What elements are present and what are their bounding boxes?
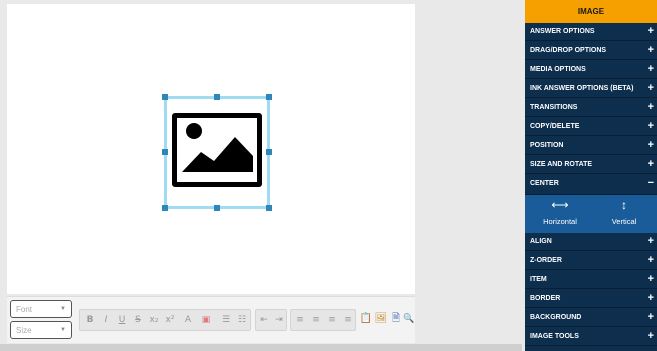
paste-icon[interactable]: 📋 [358,309,374,329]
section-z-order[interactable]: Z-ORDER + [525,252,657,270]
center-horizontal-button[interactable]: ⟷ Horizontal [527,199,593,229]
expand-icon: + [647,120,654,132]
selected-image[interactable] [162,94,272,211]
expand-icon: + [647,139,654,151]
section-label: ALIGN [530,238,552,245]
bold-button[interactable]: B [82,310,98,330]
section-media-options[interactable]: MEDIA OPTIONS + [525,61,657,79]
outdent-button[interactable]: ⇤ [256,310,272,330]
resize-handle-sw[interactable] [162,205,168,211]
resize-handle-se[interactable] [266,205,272,211]
chevron-down-icon: ▼ [60,306,66,312]
align-left-button[interactable]: ≡ [292,310,308,330]
bulleted-list-button[interactable]: ☰ [218,310,234,330]
chevron-down-icon: ▼ [60,327,66,333]
expand-icon: + [647,311,654,323]
resize-handle-ne[interactable] [266,94,272,100]
section-center[interactable]: CENTER − [525,175,657,195]
expand-icon: + [647,292,654,304]
section-answer-options[interactable]: ANSWER OPTIONS + [525,23,657,41]
center-horizontal-label: Horizontal [543,217,577,226]
section-label: MEDIA OPTIONS [530,66,586,73]
section-ink-answer-options[interactable]: INK ANSWER OPTIONS (BETA) + [525,80,657,98]
section-label: TRANSITIONS [530,104,578,111]
section-border[interactable]: BORDER + [525,290,657,308]
section-label: BACKGROUND [530,314,582,321]
section-background[interactable]: BACKGROUND + [525,309,657,327]
expand-icon: + [647,82,654,94]
resize-handle-w[interactable] [162,149,168,155]
expand-icon: + [647,63,654,75]
expand-icon: + [647,330,654,342]
section-label: ITEM [530,276,547,283]
horizontal-scrollbar[interactable] [0,344,522,351]
section-label: CENTER [530,180,559,187]
insert-image-icon[interactable]: 🖼 [373,309,389,329]
section-label: COPY/DELETE [530,123,580,130]
properties-panel: IMAGE ANSWER OPTIONS + DRAG/DROP OPTIONS… [525,0,657,351]
expand-icon: + [647,158,654,170]
format-group: B I U S x₂ x² A ▣ ☰ ☷ [79,309,251,331]
center-options: ⟷ Horizontal ↕ Vertical [525,195,657,233]
find-icon[interactable]: 🔍 [401,309,417,329]
section-label: Z-ORDER [530,257,562,264]
slide-canvas[interactable] [7,4,415,294]
section-image-tools[interactable]: IMAGE TOOLS + [525,328,657,346]
italic-button[interactable]: I [98,310,114,330]
section-align[interactable]: ALIGN + [525,233,657,251]
image-placeholder-icon [172,113,262,187]
expand-icon: + [647,235,654,247]
section-label: DRAG/DROP OPTIONS [530,47,607,54]
resize-handle-e[interactable] [266,149,272,155]
section-transitions[interactable]: TRANSITIONS + [525,99,657,117]
section-drag-drop-options[interactable]: DRAG/DROP OPTIONS + [525,42,657,60]
superscript-button[interactable]: x² [162,310,178,330]
vertical-arrows-icon: ↕ [621,198,627,212]
collapse-icon: − [647,177,654,189]
panel-title: IMAGE [525,0,657,23]
numbered-list-button[interactable]: ☷ [234,310,250,330]
align-right-button[interactable]: ≡ [324,310,340,330]
indent-button[interactable]: ⇥ [271,310,287,330]
background-color-button[interactable]: ▣ [198,310,214,330]
size-select[interactable]: Size ▼ [10,321,72,339]
section-position[interactable]: POSITION + [525,137,657,155]
section-label: POSITION [530,142,564,149]
size-select-label: Size [16,326,32,335]
resize-handle-s[interactable] [214,205,220,211]
font-select[interactable]: Font ▼ [10,300,72,318]
horizontal-arrows-icon: ⟷ [551,198,569,212]
strikethrough-button[interactable]: S [130,310,146,330]
expand-icon: + [647,273,654,285]
section-size-and-rotate[interactable]: SIZE AND ROTATE + [525,156,657,174]
expand-icon: + [647,254,654,266]
expand-icon: + [647,44,654,56]
section-label: BORDER [530,295,561,302]
resize-handle-n[interactable] [214,94,220,100]
font-select-label: Font [16,305,33,314]
indent-group: ⇤ ⇥ [255,309,287,331]
expand-icon: + [647,25,654,37]
section-item[interactable]: ITEM + [525,271,657,289]
center-vertical-label: Vertical [611,217,637,226]
section-label: INK ANSWER OPTIONS (BETA) [530,85,634,92]
text-format-toolbar: Font ▼ Size ▼ B I U S x₂ x² A ▣ ☰ ☷ ⇤ ⇥ … [7,296,415,343]
text-color-button[interactable]: A [180,310,196,330]
section-label: SIZE AND ROTATE [530,161,593,168]
subscript-button[interactable]: x₂ [146,310,162,330]
underline-button[interactable]: U [114,310,130,330]
align-group: ≡ ≡ ≡ ≡ [290,309,356,331]
section-label: ANSWER OPTIONS [530,28,595,35]
align-center-button[interactable]: ≡ [308,310,324,330]
section-label: IMAGE TOOLS [530,333,579,340]
center-vertical-button[interactable]: ↕ Vertical [591,199,657,229]
section-copy-delete[interactable]: COPY/DELETE + [525,118,657,136]
align-justify-button[interactable]: ≡ [340,310,356,330]
expand-icon: + [647,101,654,113]
resize-handle-nw[interactable] [162,94,168,100]
